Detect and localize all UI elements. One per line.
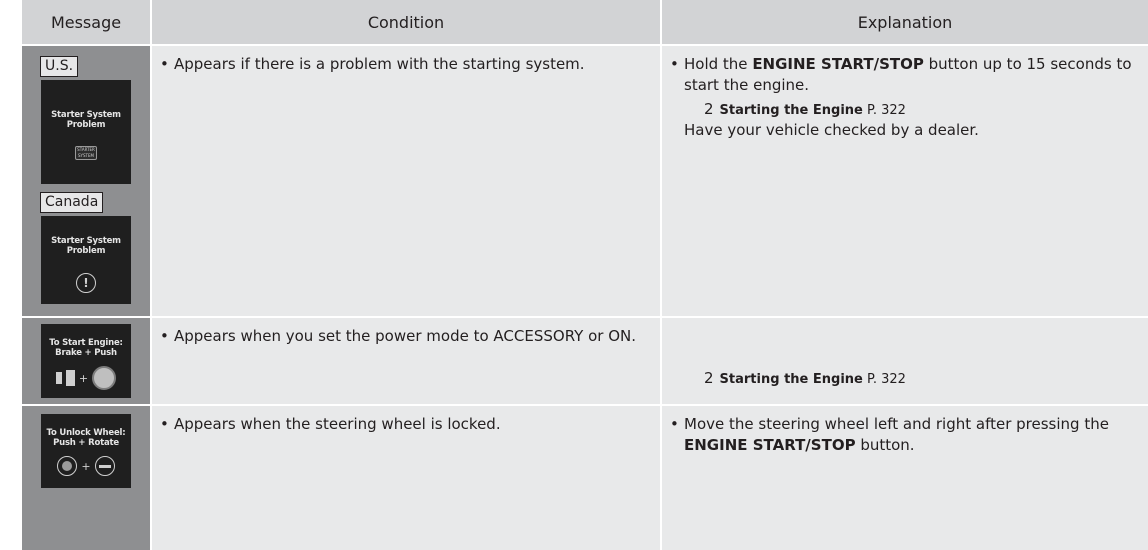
brake-pedal-icon — [55, 372, 62, 384]
screen-line: Push + Rotate — [53, 438, 119, 448]
region-tag-us: U.S. — [40, 56, 79, 77]
row-3-message-cell: To Unlock Wheel: Push + Rotate + — [22, 406, 150, 550]
condition-text: Appears when you set the power mode to A… — [174, 327, 636, 345]
steering-wheel-icon — [94, 456, 115, 476]
reference-title[interactable]: Starting the Engine — [720, 103, 863, 118]
header-message-label: Message — [50, 12, 122, 32]
header-message: Message — [22, 0, 150, 44]
brake-pedal-icon — [65, 370, 75, 386]
start-engine-screen: To Start Engine: Brake + Push + — [41, 324, 131, 398]
reference-arrow-icon: 2 — [704, 369, 714, 387]
row-2-explanation-cell: 2 Starting the Engine P. 322 — [662, 318, 1148, 404]
text-run: Move the steering wheel left and right a… — [684, 415, 1109, 433]
engine-start-button-icon — [57, 456, 78, 476]
plus-icon: + — [81, 459, 91, 473]
screen-line: To Unlock Wheel: — [46, 428, 126, 438]
bullet: • — [160, 415, 169, 433]
screen-line: Starter System — [51, 236, 121, 246]
row-2-message-cell: To Start Engine: Brake + Push + — [22, 318, 150, 404]
screen-line: Problem — [66, 120, 106, 130]
message-table: Message Condition Explanation U.S. Start… — [0, 0, 1148, 550]
screen-line: Brake + Push — [55, 348, 117, 358]
text-run: Hold the — [684, 55, 753, 73]
page-reference[interactable]: 2 Starting the Engine P. 322 — [704, 368, 906, 390]
unlock-wheel-screen: To Unlock Wheel: Push + Rotate + — [41, 414, 131, 488]
explanation-text: Move the steering wheel left and right a… — [684, 414, 1140, 456]
bullet: • — [160, 55, 169, 73]
condition-text: Appears if there is a problem with the s… — [174, 55, 585, 73]
header-explanation: Explanation — [662, 0, 1148, 44]
screen-icons: + — [41, 366, 131, 390]
row-3-explanation-cell: • Move the steering wheel left and right… — [662, 406, 1148, 550]
row-1-message-cell: U.S. Starter System Problem STARTER SYST… — [22, 46, 150, 316]
condition-text: Appears when the steering wheel is locke… — [174, 415, 501, 433]
bullet: • — [670, 415, 679, 433]
screen-line: Starter System — [51, 110, 121, 120]
text-run: button. — [855, 436, 915, 454]
reference-page: P. 322 — [867, 103, 906, 118]
engine-start-stop-label: ENGINE START/STOP — [752, 55, 924, 73]
page-reference[interactable]: 2 Starting the Engine P. 322 — [704, 99, 906, 121]
explanation-extra: Have your vehicle checked by a dealer. — [684, 121, 979, 139]
reference-page: P. 322 — [867, 372, 906, 387]
explanation-text: Hold the ENGINE START/STOP button up to … — [684, 54, 1140, 96]
header-explanation-label: Explanation — [857, 12, 953, 32]
engine-start-button-icon — [92, 366, 117, 390]
reference-arrow-icon: 2 — [704, 100, 714, 118]
header-condition: Condition — [152, 0, 660, 44]
bullet: • — [160, 327, 169, 345]
region-tag-canada: Canada — [40, 192, 104, 213]
screen-line: Problem — [66, 246, 106, 256]
screen-icons: + — [41, 456, 131, 476]
header-condition-label: Condition — [367, 12, 445, 32]
engine-start-stop-label: ENGINE START/STOP — [684, 436, 856, 454]
starter-system-screen-us: Starter System Problem STARTER SYSTEM — [41, 80, 131, 184]
row-3-condition-cell: • Appears when the steering wheel is loc… — [152, 406, 660, 550]
warning-exclamation-icon: ! — [76, 273, 96, 293]
bullet: • — [670, 55, 679, 73]
row-1-explanation-cell: • Hold the ENGINE START/STOP button up t… — [662, 46, 1148, 316]
row-2-condition-cell: • Appears when you set the power mode to… — [152, 318, 660, 404]
starter-system-screen-canada: Starter System Problem ! — [41, 216, 131, 304]
starter-system-icon: STARTER SYSTEM — [75, 146, 97, 160]
row-1-condition-cell: • Appears if there is a problem with the… — [152, 46, 660, 316]
reference-title[interactable]: Starting the Engine — [720, 372, 863, 387]
screen-line: To Start Engine: — [49, 338, 123, 348]
plus-icon: + — [78, 371, 89, 385]
